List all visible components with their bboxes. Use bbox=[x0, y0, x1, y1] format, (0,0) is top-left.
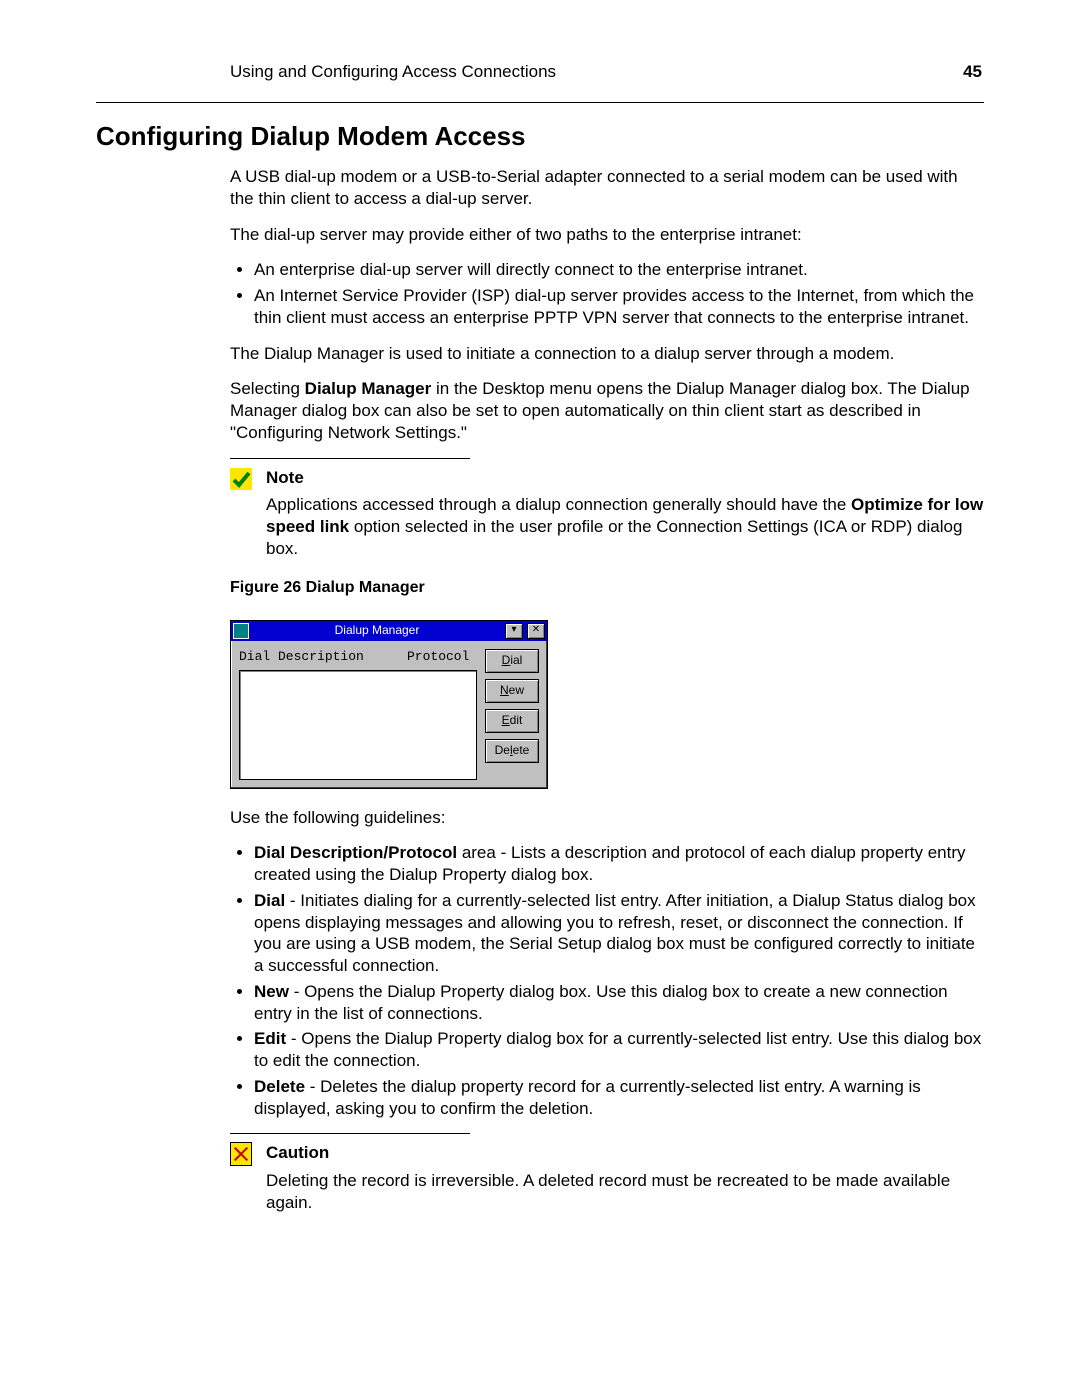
page-number: 45 bbox=[963, 62, 982, 82]
btn-rest: ete bbox=[513, 743, 530, 757]
caution-label: Caution bbox=[266, 1142, 984, 1164]
text-bold: Edit bbox=[254, 1029, 286, 1048]
dialup-manager-dialog: Dialup Manager ▾ ✕ Dial Description Prot… bbox=[230, 620, 548, 789]
note-rule bbox=[230, 458, 470, 459]
caution-text: Deleting the record is irreversible. A d… bbox=[266, 1170, 984, 1214]
dialog-title: Dialup Manager bbox=[253, 623, 501, 638]
manager-paragraph-1: The Dialup Manager is used to initiate a… bbox=[230, 343, 984, 365]
intro-bullet-list: An enterprise dial-up server will direct… bbox=[230, 259, 984, 328]
caution-rule bbox=[230, 1133, 470, 1134]
guideline-item: Delete - Deletes the dialup property rec… bbox=[254, 1076, 984, 1120]
text-bold: New bbox=[254, 982, 289, 1001]
figure-caption: Figure 26 Dialup Manager bbox=[230, 578, 984, 598]
text-bold: Dialup Manager bbox=[305, 379, 432, 398]
col-dial-description: Dial Description bbox=[239, 649, 407, 666]
caution-icon bbox=[230, 1143, 252, 1165]
intro-paragraph-2: The dial-up server may provide either of… bbox=[230, 224, 984, 246]
edit-button[interactable]: Edit bbox=[485, 709, 539, 733]
guidelines-intro: Use the following guidelines: bbox=[230, 807, 984, 829]
new-button[interactable]: New bbox=[485, 679, 539, 703]
system-menu-icon[interactable] bbox=[233, 623, 249, 639]
dialog-button-column: Dial New Edit Delete bbox=[485, 649, 539, 780]
note-text: Applications accessed through a dialup c… bbox=[266, 494, 984, 559]
text-run: - Opens the Dialup Property dialog box f… bbox=[254, 1029, 981, 1070]
intro-bullet: An Internet Service Provider (ISP) dial-… bbox=[254, 285, 984, 329]
text-run: - Initiates dialing for a currently-sele… bbox=[254, 891, 976, 975]
col-protocol: Protocol bbox=[407, 649, 477, 666]
page: Using and Configuring Access Connections… bbox=[0, 0, 1080, 1397]
dialog-column-headers: Dial Description Protocol bbox=[239, 649, 477, 666]
dialog-list-area: Dial Description Protocol bbox=[239, 649, 477, 780]
minimize-button[interactable]: ▾ bbox=[505, 623, 523, 639]
note-icon bbox=[230, 468, 252, 490]
running-header: Using and Configuring Access Connections… bbox=[96, 62, 984, 102]
dialup-list[interactable] bbox=[239, 670, 477, 780]
delete-button[interactable]: Delete bbox=[485, 739, 539, 763]
text-run: option selected in the user profile or t… bbox=[266, 517, 962, 558]
manager-paragraph-2: Selecting Dialup Manager in the Desktop … bbox=[230, 378, 984, 443]
running-title: Using and Configuring Access Connections bbox=[230, 62, 556, 82]
section-heading: Configuring Dialup Modem Access bbox=[96, 121, 984, 152]
note-body: Note Applications accessed through a dia… bbox=[266, 467, 984, 560]
intro-paragraph-1: A USB dial-up modem or a USB-to-Serial a… bbox=[230, 166, 984, 210]
text-run: - Deletes the dialup property record for… bbox=[254, 1077, 921, 1118]
btn-rest: dit bbox=[510, 713, 523, 727]
text-bold: Dial Description/Protocol bbox=[254, 843, 457, 862]
header-rule bbox=[96, 102, 984, 103]
text-run: Selecting bbox=[230, 379, 305, 398]
guidelines-list: Dial Description/Protocol area - Lists a… bbox=[230, 842, 984, 1119]
body-column: A USB dial-up modem or a USB-to-Serial a… bbox=[230, 166, 984, 1214]
intro-bullet: An enterprise dial-up server will direct… bbox=[254, 259, 984, 281]
dialog-titlebar: Dialup Manager ▾ ✕ bbox=[231, 621, 547, 641]
caution-callout: Caution Deleting the record is irreversi… bbox=[230, 1142, 984, 1213]
note-label: Note bbox=[266, 467, 984, 489]
dial-button[interactable]: Dial bbox=[485, 649, 539, 673]
text-bold: Delete bbox=[254, 1077, 305, 1096]
close-button[interactable]: ✕ bbox=[527, 623, 545, 639]
btn-rest: ial bbox=[510, 653, 522, 667]
dialog-content: Dial Description Protocol Dial New Edit … bbox=[231, 641, 547, 788]
guideline-item: Dial - Initiates dialing for a currently… bbox=[254, 890, 984, 977]
btn-rest: ew bbox=[509, 683, 524, 697]
text-run: Applications accessed through a dialup c… bbox=[266, 495, 851, 514]
caution-body: Caution Deleting the record is irreversi… bbox=[266, 1142, 984, 1213]
text-run: - Opens the Dialup Property dialog box. … bbox=[254, 982, 948, 1023]
guideline-item: Edit - Opens the Dialup Property dialog … bbox=[254, 1028, 984, 1072]
guideline-item: Dial Description/Protocol area - Lists a… bbox=[254, 842, 984, 886]
guideline-item: New - Opens the Dialup Property dialog b… bbox=[254, 981, 984, 1025]
note-callout: Note Applications accessed through a dia… bbox=[230, 467, 984, 560]
text-bold: Dial bbox=[254, 891, 285, 910]
